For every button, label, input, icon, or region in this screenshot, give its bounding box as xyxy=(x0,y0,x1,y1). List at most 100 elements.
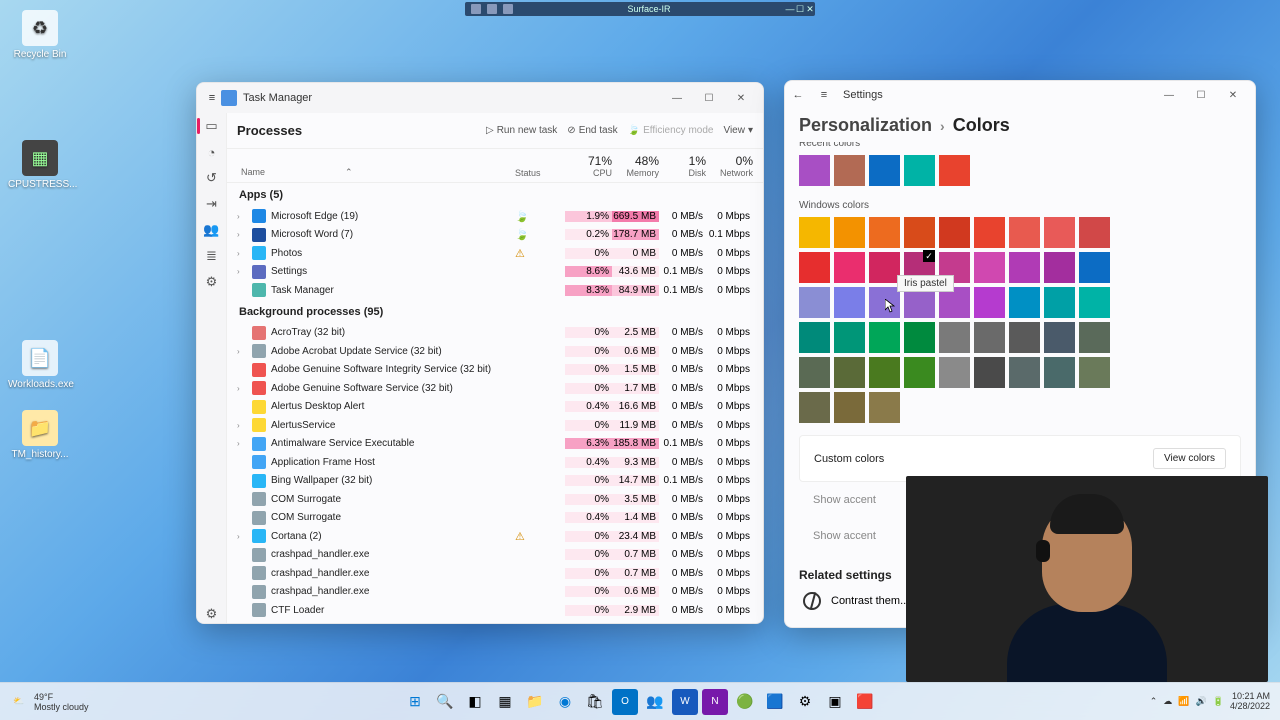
color-swatch[interactable] xyxy=(799,287,830,318)
volume-icon[interactable]: 🔊 xyxy=(1196,696,1207,707)
desktop-icon-workloads[interactable]: 📄Workloads.exe xyxy=(8,340,72,390)
process-row[interactable]: Application Frame Host 0.4% 9.3 MB 0 MB/… xyxy=(227,453,763,472)
process-row[interactable]: › Photos ⚠ 0% 0 MB 0 MB/s 0 Mbps xyxy=(227,244,763,263)
terminal-button[interactable]: ▣ xyxy=(822,689,848,715)
process-row[interactable]: Task Manager 8.3% 84.9 MB 0.1 MB/s 0 Mbp… xyxy=(227,281,763,300)
color-swatch[interactable] xyxy=(974,287,1005,318)
color-swatch[interactable] xyxy=(1044,287,1075,318)
color-swatch[interactable] xyxy=(1009,357,1040,388)
app-button-2[interactable]: 🟦 xyxy=(762,689,788,715)
task-manager-titlebar[interactable]: ≡ Task Manager — ☐ ✕ xyxy=(197,83,763,113)
color-swatch[interactable] xyxy=(834,155,865,186)
close-icon[interactable]: ✕ xyxy=(805,4,815,15)
process-row[interactable]: › Settings 8.6% 43.6 MB 0.1 MB/s 0 Mbps xyxy=(227,263,763,282)
nav-processes-icon[interactable]: ▭ xyxy=(203,117,221,135)
nav-history-icon[interactable]: ↺ xyxy=(203,169,221,187)
color-swatch[interactable] xyxy=(904,155,935,186)
color-swatch[interactable] xyxy=(939,252,970,283)
color-swatch[interactable] xyxy=(904,217,935,248)
nav-startup-icon[interactable]: ⇥ xyxy=(203,195,221,213)
color-swatch[interactable] xyxy=(834,252,865,283)
view-button[interactable]: View▾ xyxy=(723,125,753,136)
nav-details-icon[interactable]: ≣ xyxy=(203,247,221,265)
process-row[interactable]: Bing Wallpaper (32 bit) 0% 14.7 MB 0.1 M… xyxy=(227,472,763,491)
app-button[interactable]: 🟢 xyxy=(732,689,758,715)
color-swatch[interactable] xyxy=(974,217,1005,248)
process-row[interactable]: crashpad_handler.exe 0% 0.6 MB 0 MB/s 0 … xyxy=(227,583,763,602)
color-swatch[interactable] xyxy=(1044,252,1075,283)
settings-taskbar-button[interactable]: ⚙ xyxy=(792,689,818,715)
color-swatch[interactable] xyxy=(1009,252,1040,283)
color-swatch[interactable] xyxy=(799,322,830,353)
end-task-button[interactable]: ⊘End task xyxy=(567,125,617,136)
edge-button[interactable]: ◉ xyxy=(552,689,578,715)
task-view-button[interactable]: ◧ xyxy=(462,689,488,715)
color-swatch[interactable] xyxy=(1044,217,1075,248)
color-swatch[interactable] xyxy=(869,357,900,388)
color-swatch[interactable] xyxy=(799,392,830,423)
start-button[interactable]: ⊞ xyxy=(402,689,428,715)
color-swatch[interactable] xyxy=(904,322,935,353)
color-swatch[interactable] xyxy=(939,217,970,248)
taskbar[interactable]: ⛅ 49°FMostly cloudy ⊞ 🔍 ◧ ▦ 📁 ◉ 🛍 O 👥 W … xyxy=(0,682,1280,720)
custom-colors-row[interactable]: Custom colors View colors xyxy=(799,435,1241,482)
file-explorer-button[interactable]: 📁 xyxy=(522,689,548,715)
desktop-icon-recycle-bin[interactable]: ♻Recycle Bin xyxy=(8,10,72,60)
breadcrumb-parent[interactable]: Personalization xyxy=(799,115,932,136)
color-swatch[interactable] xyxy=(799,357,830,388)
minimize-button[interactable]: — xyxy=(661,84,693,112)
maximize-button[interactable]: ☐ xyxy=(1185,81,1217,109)
minimize-icon[interactable]: — xyxy=(785,4,795,14)
teams-button[interactable]: 👥 xyxy=(642,689,668,715)
outlook-button[interactable]: O xyxy=(612,689,638,715)
maximize-button[interactable]: ☐ xyxy=(693,84,725,112)
settings-icon[interactable]: ⚙ xyxy=(203,605,221,623)
color-swatch[interactable] xyxy=(904,252,935,283)
color-swatch[interactable] xyxy=(1079,322,1110,353)
process-row[interactable]: crashpad_handler.exe 0% 0.7 MB 0 MB/s 0 … xyxy=(227,564,763,583)
color-swatch[interactable] xyxy=(869,322,900,353)
nav-services-icon[interactable]: ⚙ xyxy=(203,273,221,291)
color-swatch[interactable] xyxy=(799,217,830,248)
color-swatch[interactable] xyxy=(1009,287,1040,318)
word-button[interactable]: W xyxy=(672,689,698,715)
color-swatch[interactable] xyxy=(939,322,970,353)
process-row[interactable]: Adobe Genuine Software Integrity Service… xyxy=(227,361,763,380)
search-button[interactable]: 🔍 xyxy=(432,689,458,715)
run-new-task-button[interactable]: ▷Run new task xyxy=(486,125,557,136)
color-swatch[interactable] xyxy=(869,155,900,186)
desktop-icon-cpustress[interactable]: ▦CPUSTRESS... xyxy=(8,140,72,190)
color-swatch[interactable] xyxy=(834,287,865,318)
color-swatch[interactable] xyxy=(939,155,970,186)
view-colors-button[interactable]: View colors xyxy=(1153,448,1226,469)
minimize-button[interactable]: — xyxy=(1153,81,1185,109)
onedrive-icon[interactable]: ☁ xyxy=(1163,696,1172,707)
process-row[interactable]: › AlertusService 0% 11.9 MB 0 MB/s 0 Mbp… xyxy=(227,416,763,435)
color-swatch[interactable] xyxy=(834,357,865,388)
process-row[interactable]: › Microsoft Word (7) 🍃 0.2% 178.7 MB 0 M… xyxy=(227,226,763,245)
process-row[interactable]: crashpad_handler.exe 0% 0.7 MB 0 MB/s 0 … xyxy=(227,546,763,565)
color-swatch[interactable] xyxy=(1079,357,1110,388)
color-swatch[interactable] xyxy=(869,252,900,283)
maximize-icon[interactable]: ☐ xyxy=(795,4,805,15)
color-swatch[interactable] xyxy=(1009,322,1040,353)
close-button[interactable]: ✕ xyxy=(1217,81,1249,109)
color-swatch[interactable] xyxy=(869,392,900,423)
color-swatch[interactable] xyxy=(904,357,935,388)
color-swatch[interactable] xyxy=(974,252,1005,283)
back-button[interactable]: ← xyxy=(791,88,805,102)
desktop-icon-tm-history[interactable]: 📁TM_history... xyxy=(8,410,72,460)
color-swatch[interactable] xyxy=(904,287,935,318)
clock[interactable]: 10:21 AM 4/28/2022 xyxy=(1230,692,1270,712)
color-swatch[interactable] xyxy=(974,322,1005,353)
process-row[interactable]: › Microsoft Edge (19) 🍃 1.9% 669.5 MB 0 … xyxy=(227,207,763,226)
process-row[interactable]: › Adobe Genuine Software Service (32 bit… xyxy=(227,379,763,398)
color-swatch[interactable] xyxy=(1079,252,1110,283)
column-headers[interactable]: Name⌃ Status 71%CPU 48%Memory 1%Disk 0%N… xyxy=(227,149,763,183)
process-row[interactable]: COM Surrogate 0.4% 1.4 MB 0 MB/s 0 Mbps xyxy=(227,509,763,528)
color-swatch[interactable] xyxy=(834,217,865,248)
color-swatch[interactable] xyxy=(1044,357,1075,388)
process-row[interactable]: CTF Loader 0% 2.9 MB 0 MB/s 0 Mbps xyxy=(227,601,763,620)
tray-chevron-icon[interactable]: ⌃ xyxy=(1150,696,1158,707)
app-button-3[interactable]: 🟥 xyxy=(852,689,878,715)
